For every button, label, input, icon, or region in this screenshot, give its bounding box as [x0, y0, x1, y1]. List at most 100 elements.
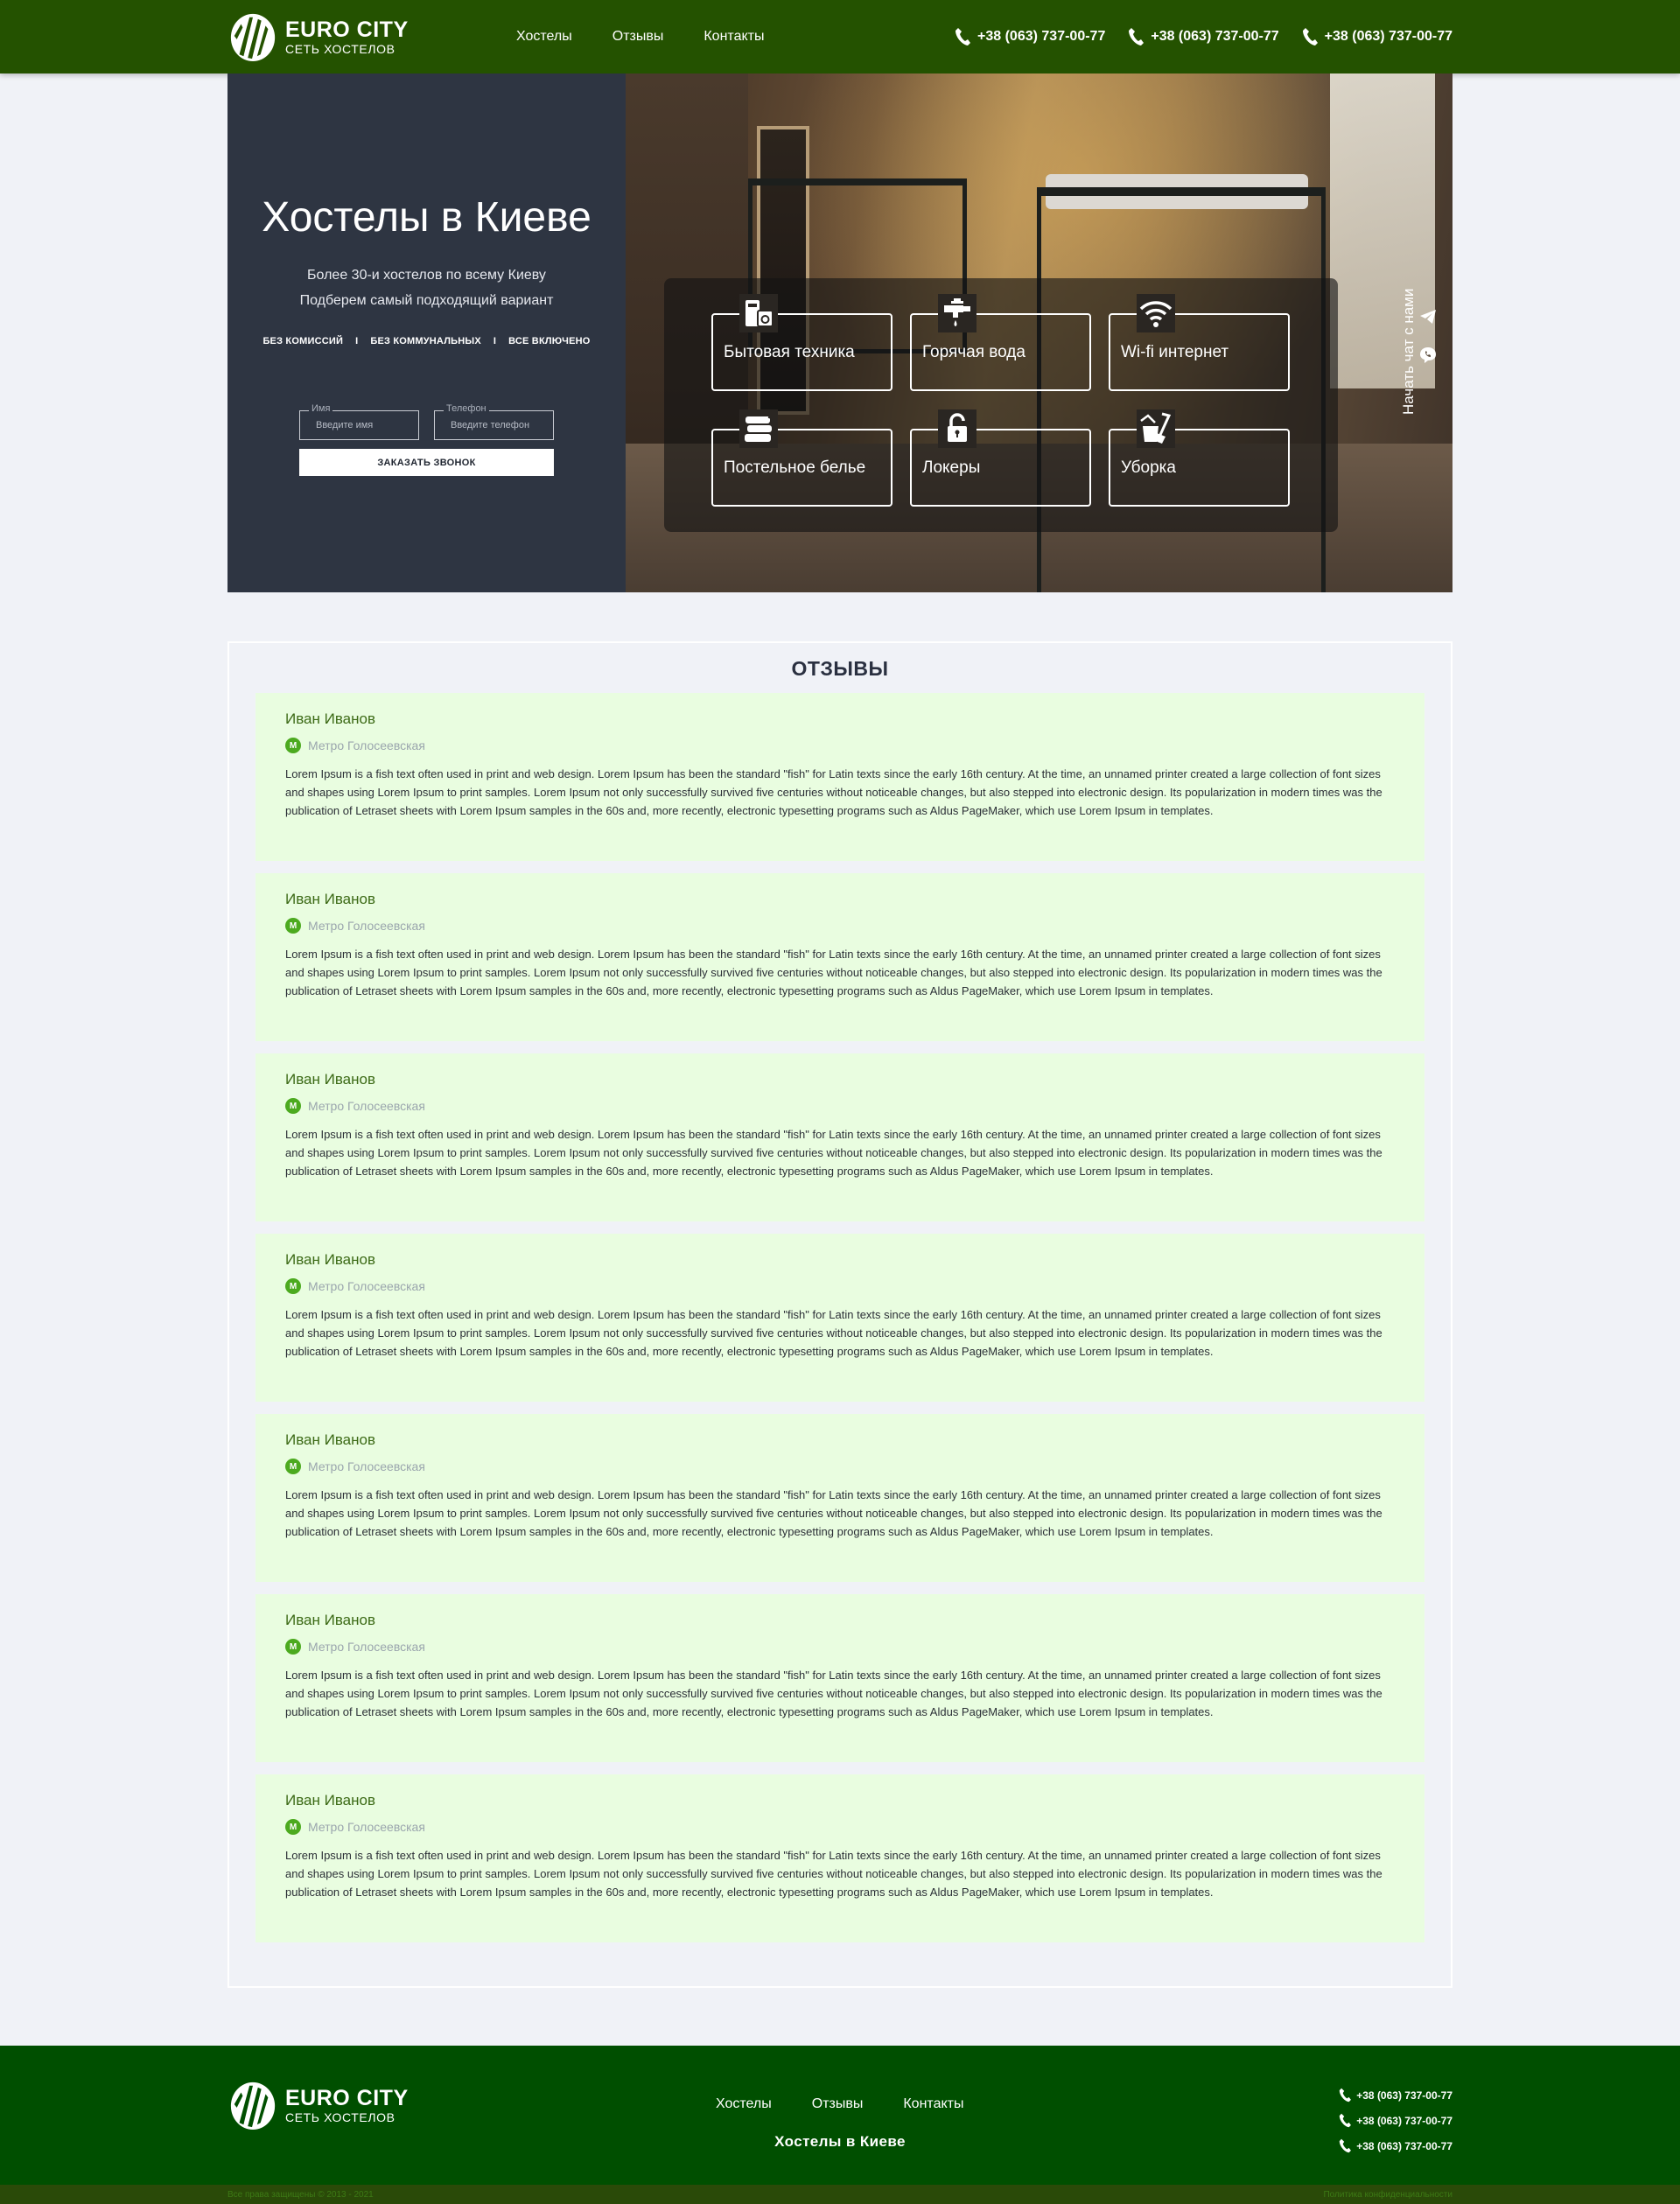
- metro-icon: М: [285, 1819, 301, 1835]
- header-phone-1[interactable]: +38 (063) 737-00-77: [955, 27, 1105, 46]
- review-location: М Метро Голосеевская: [285, 1459, 1396, 1474]
- footer-phone-3[interactable]: +38 (063) 737-00-77: [1339, 2138, 1452, 2153]
- review-author: Иван Иванов: [285, 1431, 376, 1448]
- review-location: М Метро Голосеевская: [285, 1639, 1396, 1655]
- amenity-label: Бытовая техника: [724, 343, 855, 361]
- reviews-title: ОТЗЫВЫ: [791, 657, 889, 680]
- amenity-cleaning: Уборка: [1109, 409, 1290, 507]
- main-nav: Хостелы Отзывы Контакты: [516, 29, 764, 45]
- feature-no-commission: БЕЗ КОМИССИЙ: [262, 336, 344, 346]
- review-location: М Метро Голосеевская: [285, 1278, 1396, 1294]
- feature-separator: I: [493, 336, 497, 346]
- review-text: Lorem Ipsum is a fish text often used in…: [285, 1669, 1382, 1718]
- hero-subtitle: Более 30-и хостелов по всему Киеву Подбе…: [228, 262, 626, 313]
- phone-input[interactable]: [435, 411, 553, 439]
- review-list: Иван Иванов М Метро Голосеевская Lorem Ipsu…: [256, 693, 1424, 1942]
- logo-text: EURO CITY СЕТЬ ХОСТЕЛОВ: [285, 2085, 409, 2124]
- form-fields: Имя Телефон: [299, 403, 554, 440]
- linen-icon: [739, 409, 778, 448]
- phone-number: +38 (063) 737-00-77: [1356, 2089, 1452, 2102]
- amenity-label: Постельное белье: [724, 458, 866, 477]
- feature-no-utilities: БЕЗ КОММУНАЛЬНЫХ: [370, 336, 481, 346]
- viber-icon[interactable]: [1419, 346, 1437, 364]
- logo-brand: EURO CITY: [285, 2085, 409, 2110]
- footer-link-contacts[interactable]: Контакты: [903, 2096, 963, 2112]
- nav-link-hostels[interactable]: Хостелы: [516, 29, 572, 45]
- amenity-label: Уборка: [1121, 458, 1176, 477]
- nav-link-contacts[interactable]: Контакты: [704, 29, 764, 45]
- review-text: Lorem Ipsum is a fish text often used in…: [285, 1849, 1382, 1899]
- phone-number: +38 (063) 737-00-77: [1356, 2139, 1452, 2152]
- feature-all-inclusive: ВСЕ ВКЛЮЧЕНО: [508, 336, 591, 346]
- footer-phone-2[interactable]: +38 (063) 737-00-77: [1339, 2113, 1452, 2128]
- metro-station: Метро Голосеевская: [308, 1099, 425, 1113]
- amenity-label: Локеры: [922, 458, 981, 477]
- metro-icon: М: [285, 1459, 301, 1474]
- review-card: Иван Иванов М Метро Голосеевская Lorem Ipsu…: [256, 693, 1424, 861]
- footer-inner: EURO CITY СЕТЬ ХОСТЕЛОВ Хостелы Отзывы К…: [228, 2046, 1452, 2185]
- footer-logo[interactable]: EURO CITY СЕТЬ ХОСТЕЛОВ: [228, 2079, 516, 2131]
- hero-subtitle-line-2: Подберем самый подходящий вариант: [299, 293, 554, 308]
- amenity-label: Горячая вода: [922, 343, 1026, 361]
- review-location: М Метро Голосеевская: [285, 918, 1396, 934]
- review-text: Lorem Ipsum is a fish text often used in…: [285, 1308, 1382, 1358]
- metro-station: Метро Голосеевская: [308, 1640, 425, 1654]
- review-text: Lorem Ipsum is a fish text often used in…: [285, 948, 1382, 997]
- metro-station: Метро Голосеевская: [308, 738, 425, 752]
- review-location: М Метро Голосеевская: [285, 738, 1396, 753]
- wifi-icon: [1137, 294, 1175, 332]
- review-author: Иван Иванов: [285, 1792, 376, 1809]
- metro-station: Метро Голосеевская: [308, 1820, 425, 1834]
- footer-phone-1[interactable]: +38 (063) 737-00-77: [1339, 2088, 1452, 2103]
- review-location: М Метро Голосеевская: [285, 1819, 1396, 1835]
- logo[interactable]: EURO CITY СЕТЬ ХОСТЕЛОВ: [228, 10, 516, 63]
- lock-icon: [938, 409, 976, 448]
- hero-left-panel: Хостелы в Киеве Более 30-и хостелов по в…: [228, 73, 626, 592]
- order-call-button[interactable]: ЗАКАЗАТЬ ЗВОНОК: [299, 449, 554, 476]
- faucet-icon: [938, 294, 976, 332]
- metro-icon: М: [285, 738, 301, 753]
- footer-link-reviews[interactable]: Отзывы: [812, 2096, 864, 2112]
- phone-icon: [1302, 28, 1318, 45]
- logo-brand: EURO CITY: [285, 17, 409, 42]
- phone-icon: [1340, 2113, 1352, 2128]
- site-footer: EURO CITY СЕТЬ ХОСТЕЛОВ Хостелы Отзывы К…: [0, 2046, 1680, 2185]
- nav-link-reviews[interactable]: Отзывы: [612, 29, 664, 45]
- metro-icon: М: [285, 1278, 301, 1294]
- review-author: Иван Иванов: [285, 1612, 376, 1628]
- phone-icon: [1129, 28, 1144, 45]
- telegram-icon[interactable]: [1419, 308, 1437, 325]
- logo-mark-icon: [230, 2082, 276, 2131]
- metro-station: Метро Голосеевская: [308, 1459, 425, 1473]
- amenity-wifi: Wi-fi интернет: [1109, 294, 1290, 391]
- chat-label[interactable]: Начать чат с нами: [1400, 240, 1418, 415]
- review-location: М Метро Голосеевская: [285, 1098, 1396, 1114]
- logo-text: EURO CITY СЕТЬ ХОСТЕЛОВ: [285, 17, 409, 56]
- review-card: Иван Иванов М Метро Голосеевская Lorem Ipsu…: [256, 1594, 1424, 1762]
- footer-link-hostels[interactable]: Хостелы: [716, 2096, 772, 2112]
- header-phone-3[interactable]: +38 (063) 737-00-77: [1302, 27, 1452, 46]
- hero-title: Хостелы в Киеве: [262, 194, 592, 241]
- feature-separator: I: [355, 336, 359, 346]
- amenities-panel: Бытовая техника Горячая вода Wi-fi интер…: [664, 278, 1338, 532]
- callback-form: Имя Телефон ЗАКАЗАТЬ ЗВОНОК: [299, 403, 554, 476]
- header-phone-2[interactable]: +38 (063) 737-00-77: [1128, 27, 1279, 46]
- privacy-policy-link[interactable]: Политика конфиденциальности: [1323, 2190, 1452, 2200]
- metro-icon: М: [285, 1098, 301, 1114]
- phone-label: Телефон: [444, 403, 489, 414]
- name-field: Имя: [299, 403, 419, 440]
- hero-subtitle-line-1: Более 30-и хостелов по всему Киеву: [307, 268, 546, 283]
- metro-station: Метро Голосеевская: [308, 1279, 425, 1293]
- review-card: Иван Иванов М Метро Голосеевская Lorem Ipsu…: [256, 873, 1424, 1041]
- reviews-section: ОТЗЫВЫ Иван Иванов М Метро Голосеевская Lor…: [228, 641, 1452, 1988]
- logo-subtitle: СЕТЬ ХОСТЕЛОВ: [285, 41, 396, 56]
- review-text: Lorem Ipsum is a fish text often used in…: [285, 1488, 1382, 1538]
- metro-station: Метро Голосеевская: [308, 919, 425, 933]
- amenity-linen: Постельное белье: [711, 409, 892, 507]
- hero-features: БЕЗ КОМИССИЙ I БЕЗ КОММУНАЛЬНЫХ I ВСЕ ВКЛЮЧЕ…: [228, 336, 626, 346]
- review-card: Иван Иванов М Метро Голосеевская Lorem Ipsu…: [256, 1414, 1424, 1582]
- site-header: EURO CITY СЕТЬ ХОСТЕЛОВ Хостелы Отзывы К…: [0, 0, 1680, 73]
- name-input[interactable]: [300, 411, 418, 439]
- review-card: Иван Иванов М Метро Голосеевская Lorem Ipsu…: [256, 1234, 1424, 1402]
- chat-widget[interactable]: Начать чат с нами: [1400, 73, 1452, 592]
